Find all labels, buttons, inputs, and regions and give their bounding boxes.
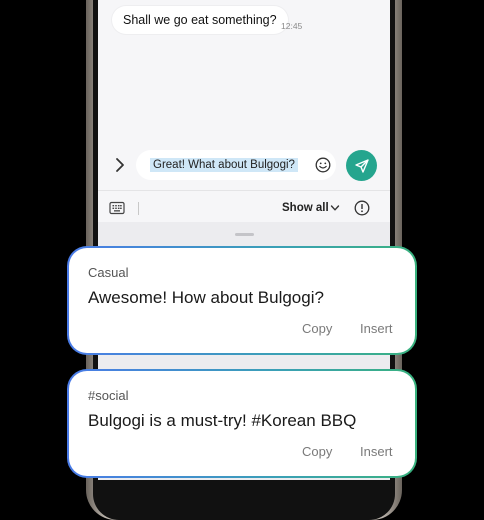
insert-button[interactable]: Insert (360, 444, 393, 459)
suggestion-text: Awesome! How about Bulgogi? (88, 288, 324, 307)
suggestion-card[interactable]: Casual Awesome! How about Bulgogi? Copy … (67, 246, 417, 355)
suggestion-tone-label: Casual (88, 265, 129, 280)
insert-button[interactable]: Insert (360, 321, 393, 336)
emoji-icon[interactable] (315, 157, 331, 173)
suggestion-card[interactable]: #social Bulgogi is a must-try! #Korean B… (67, 369, 417, 478)
message-input-text[interactable]: Great! What about Bulgogi? (150, 158, 298, 172)
info-icon[interactable] (354, 200, 370, 216)
keyboard-icon[interactable] (109, 201, 125, 215)
received-message-bubble: Shall we go eat something? (112, 6, 288, 34)
send-button[interactable] (346, 150, 377, 181)
chevron-down-icon[interactable] (330, 204, 340, 212)
copy-button[interactable]: Copy (302, 444, 332, 459)
message-timestamp: 12:45 (281, 21, 303, 31)
chevron-right-icon[interactable] (112, 156, 128, 174)
toolbar-separator (138, 202, 139, 215)
copy-button[interactable]: Copy (302, 321, 332, 336)
toolbar-divider (98, 190, 390, 191)
show-all-button[interactable]: Show all (282, 202, 329, 214)
suggestion-text: Bulgogi is a must-try! #Korean BBQ (88, 411, 357, 430)
suggestion-tone-label: #social (88, 388, 129, 403)
send-icon (354, 158, 369, 173)
drag-handle[interactable] (235, 233, 254, 236)
